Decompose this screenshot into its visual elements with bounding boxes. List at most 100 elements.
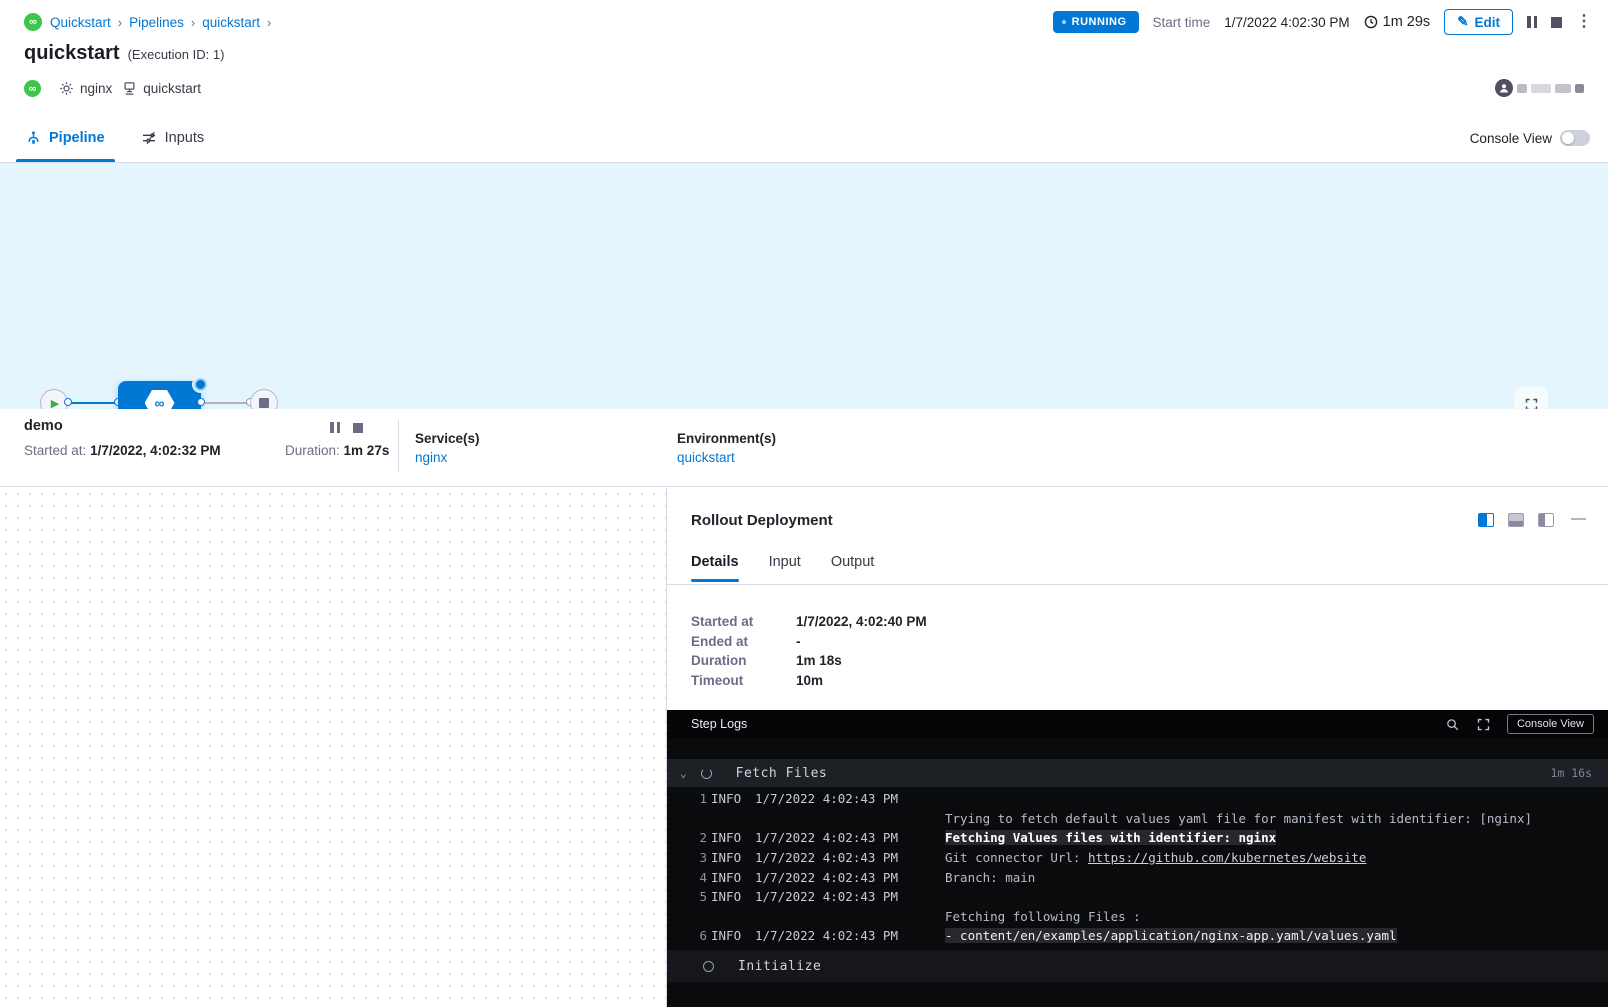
user-info <box>1495 79 1584 97</box>
execution-id: (Execution ID: 1) <box>128 47 225 62</box>
stop-button[interactable] <box>1551 17 1562 28</box>
divider <box>398 420 399 472</box>
breadcrumb: Quickstart › Pipelines › quickstart › <box>50 15 278 30</box>
details-table: Started at1/7/2022, 4:02:40 PMEnded at-D… <box>691 612 927 690</box>
log-line: Trying to fetch default values yaml file… <box>667 809 1608 829</box>
step-logs-header: Step Logs Console View <box>667 710 1608 738</box>
running-spinner-icon <box>194 378 207 391</box>
redacted-text <box>1555 84 1571 93</box>
tab-details[interactable]: Details <box>691 554 739 582</box>
start-time-label: Start time <box>1153 15 1211 30</box>
breadcrumb-link[interactable]: quickstart <box>202 15 260 30</box>
log-line: 6INFO1/7/2022 4:02:43 PM- content/en/exa… <box>667 926 1608 946</box>
breadcrumb-link[interactable]: Pipelines <box>129 15 184 30</box>
log-line: 2INFO1/7/2022 4:02:43 PMFetching Values … <box>667 828 1608 848</box>
details-label: Timeout <box>691 673 796 688</box>
started-at-value: 1/7/2022, 4:02:32 PM <box>90 443 221 458</box>
log-line: 4INFO1/7/2022 4:02:43 PMBranch: main <box>667 867 1608 887</box>
tab-inputs[interactable]: Inputs <box>131 113 215 162</box>
log-line: 5INFO1/7/2022 4:02:43 PM <box>667 887 1608 907</box>
log-lines: 1INFO1/7/2022 4:02:43 PMTrying to fetch … <box>667 789 1608 946</box>
layout-bottom-panel-button[interactable] <box>1508 513 1524 527</box>
details-label: Ended at <box>691 634 796 649</box>
panel-title: Rollout Deployment <box>691 512 833 529</box>
pipeline-icon <box>26 130 41 145</box>
details-row: Started at1/7/2022, 4:02:40 PM <box>691 612 927 632</box>
details-row: Duration1m 18s <box>691 651 927 671</box>
infrastructure-icon <box>122 81 137 96</box>
layout-right-panel-button[interactable] <box>1478 513 1494 527</box>
breadcrumb-separator-icon: › <box>191 15 195 30</box>
service-tag: nginx <box>59 81 112 96</box>
log-section-initialize[interactable]: Initialize <box>667 950 1608 982</box>
log-section-title: Initialize <box>738 959 821 974</box>
details-label: Duration <box>691 653 796 668</box>
layout-left-panel-button[interactable] <box>1538 513 1554 527</box>
tab-output[interactable]: Output <box>831 554 875 582</box>
details-label: Started at <box>691 614 796 629</box>
pipeline-canvas[interactable]: ▶ ∞ demo + − <box>0 163 1608 409</box>
edge <box>205 402 250 404</box>
environment-link[interactable]: quickstart <box>677 450 735 465</box>
services-label: Service(s) <box>415 431 480 446</box>
environments-label: Environment(s) <box>677 431 776 446</box>
inputs-icon <box>141 130 157 146</box>
tab-pipeline[interactable]: Pipeline <box>16 113 115 162</box>
redacted-text <box>1575 84 1584 93</box>
started-at-label: Started at: <box>24 443 86 458</box>
execution-graph-canvas[interactable]: ✓ ✓ Service Infrastructure Resource Cons… <box>0 488 666 1007</box>
page-title: quickstart <box>24 42 120 65</box>
elapsed-time: 1m 29s <box>1364 14 1431 30</box>
edge <box>68 402 119 404</box>
environment-tag: quickstart <box>122 81 201 96</box>
status-badge: RUNNING <box>1053 11 1139 33</box>
console-view-toggle[interactable] <box>1560 130 1590 146</box>
step-logs-body: ⌄ Fetch Files 1m 16s 1INFO1/7/2022 4:02:… <box>667 738 1608 1007</box>
details-row: Ended at- <box>691 632 927 652</box>
stage-pause-button[interactable] <box>330 422 340 433</box>
step-logs-title: Step Logs <box>691 717 747 731</box>
logs-console-view-button[interactable]: Console View <box>1507 714 1594 734</box>
avatar <box>1495 79 1513 97</box>
cd-module-icon: ∞ <box>24 80 41 97</box>
details-row: Timeout10m <box>691 671 927 691</box>
tab-input[interactable]: Input <box>769 554 801 582</box>
harness-logo-icon: ∞ <box>24 13 42 31</box>
stop-icon <box>259 398 269 408</box>
stage-summary-bar: demo Started at: 1/7/2022, 4:02:32 PM Du… <box>0 409 1608 487</box>
search-icon[interactable] <box>1445 717 1460 732</box>
chevron-down-icon: ⌄ <box>680 767 687 780</box>
breadcrumb-link[interactable]: Quickstart <box>50 15 111 30</box>
logs-fullscreen-icon[interactable] <box>1476 717 1491 732</box>
log-section-fetch-files[interactable]: ⌄ Fetch Files 1m 16s <box>667 759 1608 787</box>
breadcrumb-separator-icon: › <box>118 15 122 30</box>
running-dot-icon <box>1062 20 1066 24</box>
step-logs: Step Logs Console View ⌄ Fetch Files 1m … <box>667 710 1608 1007</box>
panel-minimize-button[interactable]: — <box>1571 510 1586 527</box>
more-options-button[interactable]: ⋮ <box>1576 14 1592 30</box>
loading-spinner-icon <box>701 768 712 779</box>
log-line: 3INFO1/7/2022 4:02:43 PMGit connector Ur… <box>667 848 1608 868</box>
log-line: Fetching following Files : <box>667 907 1608 927</box>
log-link[interactable]: https://github.com/kubernetes/website <box>1088 850 1366 865</box>
log-line: 1INFO1/7/2022 4:02:43 PM <box>667 789 1608 809</box>
service-link[interactable]: nginx <box>415 450 447 465</box>
breadcrumb-separator-icon: › <box>267 15 271 30</box>
console-view-label: Console View <box>1470 131 1552 146</box>
pencil-icon: ✎ <box>1457 14 1468 30</box>
clock-icon <box>1364 15 1378 29</box>
details-value: - <box>796 634 801 649</box>
pause-button[interactable] <box>1527 16 1537 28</box>
stage-name: demo <box>24 418 63 434</box>
view-tabbar: Pipeline Inputs Console View <box>0 113 1608 163</box>
log-section-duration: 1m 16s <box>1550 766 1592 780</box>
redacted-text <box>1531 84 1551 93</box>
start-time-value: 1/7/2022 4:02:30 PM <box>1224 15 1349 30</box>
divider <box>667 584 1608 585</box>
connector-dot <box>197 398 205 406</box>
details-value: 1m 18s <box>796 653 842 668</box>
stage-stop-button[interactable] <box>353 423 363 433</box>
details-value: 10m <box>796 673 823 688</box>
details-value: 1/7/2022, 4:02:40 PM <box>796 614 927 629</box>
edit-button[interactable]: ✎ Edit <box>1444 9 1513 35</box>
